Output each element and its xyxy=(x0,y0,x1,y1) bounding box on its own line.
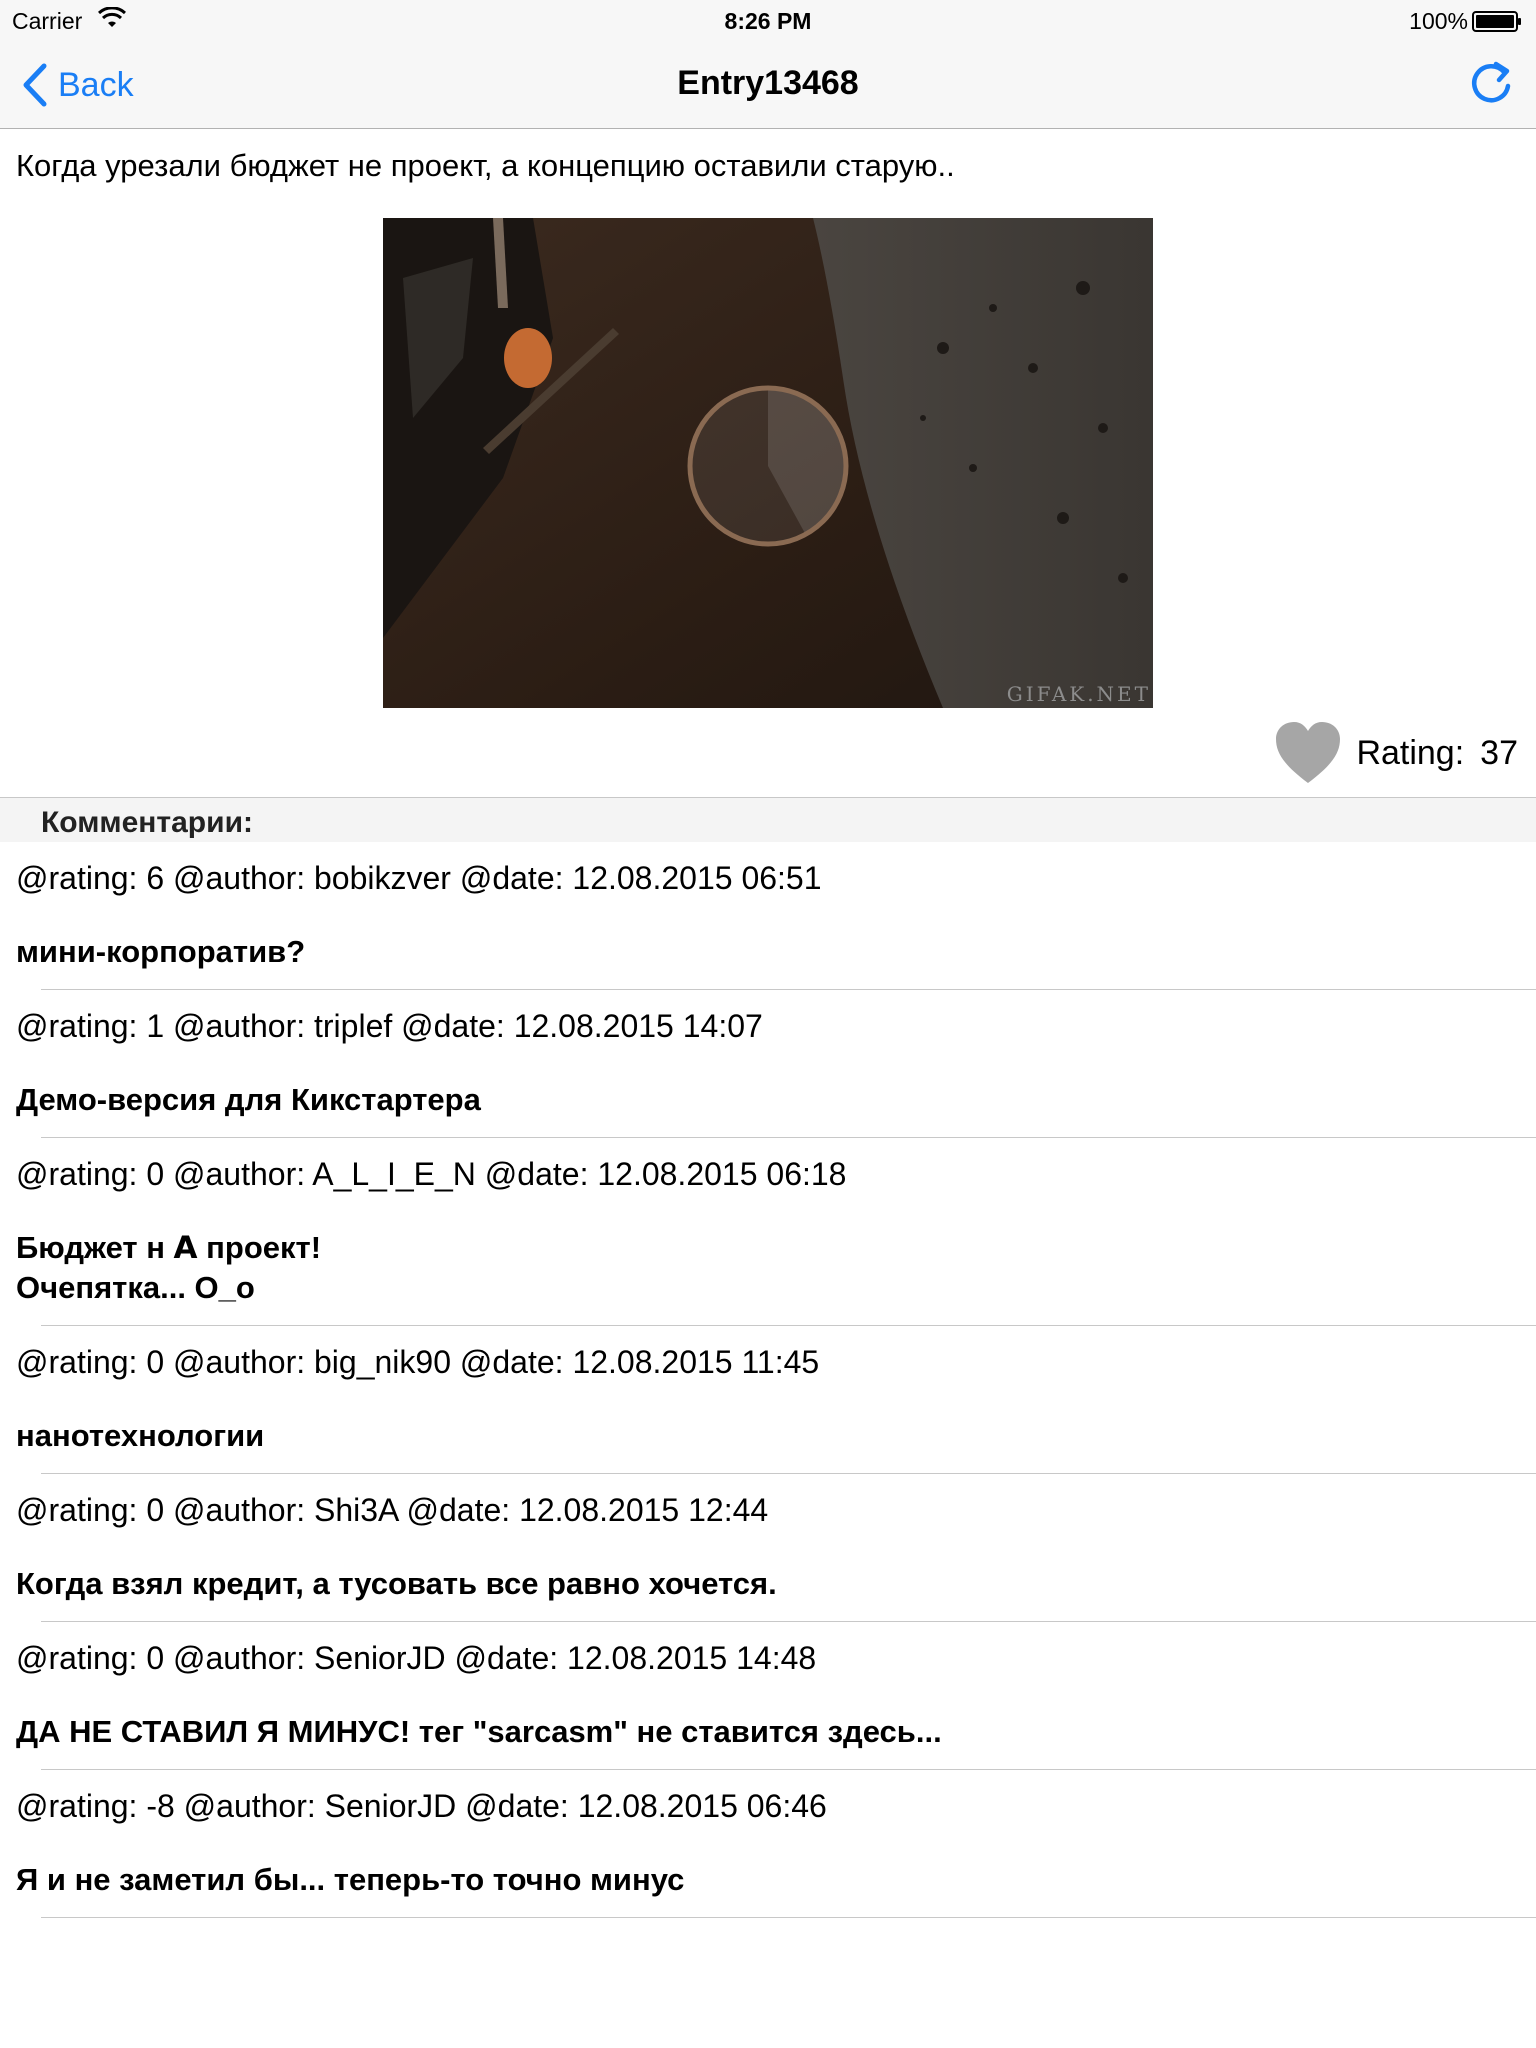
comment-row[interactable]: @rating: 0 @author: A_L_I_E_N @date: 12.… xyxy=(0,1138,1536,1326)
post-text: Когда урезали бюджет не проект, а концеп… xyxy=(16,148,955,183)
comment-row[interactable]: @rating: -8 @author: SeniorJD @date: 12.… xyxy=(0,1770,1536,1918)
progress-indicator xyxy=(687,385,849,547)
comment-row[interactable]: @rating: 0 @author: SeniorJD @date: 12.0… xyxy=(0,1622,1536,1770)
rating-label: Rating: xyxy=(1356,733,1465,772)
status-bar: Carrier 8:26 PM 100% xyxy=(0,0,1536,40)
status-time: 8:26 PM xyxy=(724,8,812,34)
comment-meta: @rating: 0 @author: A_L_I_E_N @date: 12.… xyxy=(16,1156,847,1192)
page-title: Entry13468 xyxy=(677,64,859,102)
comment-meta: @rating: -8 @author: SeniorJD @date: 12.… xyxy=(16,1788,827,1824)
rating-value: 37 xyxy=(1480,733,1518,772)
comment-body: Когда взял кредит, а тусовать все равно … xyxy=(16,1566,777,1601)
rating-row: Rating: 37 xyxy=(1274,718,1518,788)
comment-meta: @rating: 6 @author: bobikzver @date: 12.… xyxy=(16,860,822,896)
refresh-icon[interactable] xyxy=(1466,58,1516,108)
comment-row[interactable]: @rating: 0 @author: big_nik90 @date: 12.… xyxy=(0,1326,1536,1474)
comment-body: мини-корпоратив? xyxy=(16,934,306,969)
comment-separator xyxy=(41,1917,1536,1918)
comment-meta: @rating: 0 @author: SeniorJD @date: 12.0… xyxy=(16,1640,817,1676)
comments-section-header: Комментарии: xyxy=(0,797,1536,842)
comment-meta: @rating: 0 @author: Shi3A @date: 12.08.2… xyxy=(16,1492,769,1528)
battery-icon xyxy=(1472,11,1521,32)
navigation-bar: Back Entry13468 xyxy=(0,40,1536,129)
battery-percentage: 100% xyxy=(1409,8,1468,34)
comment-body: Я и не заметил бы... теперь-то точно мин… xyxy=(16,1862,685,1897)
comment-meta: @rating: 0 @author: big_nik90 @date: 12.… xyxy=(16,1344,820,1380)
post-animation[interactable]: GIFAK.NET xyxy=(383,218,1153,708)
comment-row[interactable]: @rating: 6 @author: bobikzver @date: 12.… xyxy=(0,842,1536,990)
comments-header-label: Комментарии: xyxy=(41,806,254,839)
comment-row[interactable]: @rating: 1 @author: triplef @date: 12.08… xyxy=(0,990,1536,1138)
comment-body: Бюджет н 𝗔 проект! Очепятка... О_о xyxy=(16,1230,322,1305)
heart-icon[interactable] xyxy=(1274,721,1342,785)
watermark: GIFAK.NET xyxy=(1006,682,1151,706)
comment-body: ДА НЕ СТАВИЛ Я МИНУС! тег "sarcasm" не с… xyxy=(16,1714,942,1749)
comment-meta: @rating: 1 @author: triplef @date: 12.08… xyxy=(16,1008,763,1044)
comment-body: нанотехнологии xyxy=(16,1418,265,1453)
comment-body: Демо-версия для Кикстартера xyxy=(16,1082,481,1117)
comment-row[interactable]: @rating: 0 @author: Shi3A @date: 12.08.2… xyxy=(0,1474,1536,1622)
